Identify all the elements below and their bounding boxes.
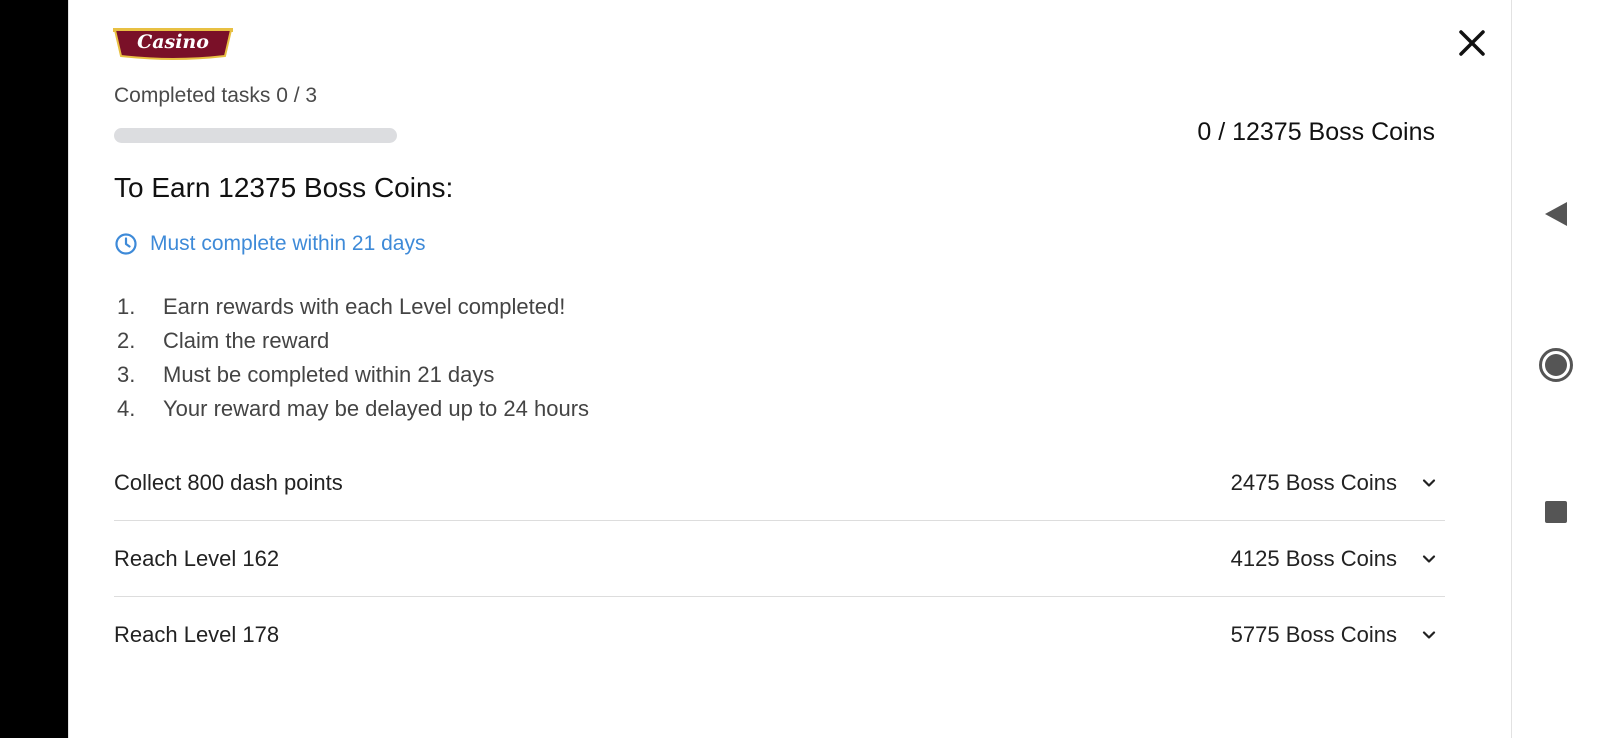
deadline-notice: Must complete within 21 days (114, 232, 425, 256)
earn-heading: To Earn 12375 Boss Coins: (114, 172, 454, 203)
rule-text: Must be completed within 21 days (163, 362, 495, 387)
rule-number: 1. (117, 294, 136, 319)
chevron-down-icon[interactable] (1419, 473, 1439, 493)
task-row-level-162[interactable]: Reach Level 162 4125 Boss Coins (114, 521, 1445, 597)
nav-back-button[interactable] (1512, 200, 1600, 228)
back-triangle-icon (1545, 202, 1567, 226)
task-reward: 2475 Boss Coins (1230, 469, 1397, 495)
task-reward: 5775 Boss Coins (1230, 621, 1397, 647)
rule-number: 4. (117, 396, 136, 421)
task-name: Reach Level 162 (114, 545, 280, 571)
offer-modal: Casino Completed tasks 0 / 3 0 / 12375 B… (68, 0, 1512, 738)
chevron-down-icon[interactable] (1419, 625, 1439, 645)
coins-progress-text: 0 / 12375 Boss Coins (1197, 118, 1435, 146)
home-circle-icon (1539, 348, 1573, 382)
logo-text: Casino (137, 31, 209, 53)
close-icon (1459, 30, 1485, 56)
rule-text: Your reward may be delayed up to 24 hour… (163, 396, 590, 421)
rule-number: 3. (117, 362, 136, 387)
casino-logo: Casino (113, 28, 233, 60)
rule-item: 1. Earn rewards with each Level complete… (117, 290, 589, 324)
task-row-dash-points[interactable]: Collect 800 dash points 2475 Boss Coins (114, 445, 1445, 521)
rule-item: 3. Must be completed within 21 days (117, 358, 589, 392)
rule-text: Claim the reward (163, 328, 330, 353)
chevron-down-icon[interactable] (1419, 549, 1439, 569)
task-row-level-178[interactable]: Reach Level 178 5775 Boss Coins (114, 597, 1445, 672)
rules-list: 1. Earn rewards with each Level complete… (117, 290, 589, 426)
recents-square-icon (1545, 501, 1567, 523)
clock-icon (115, 233, 137, 255)
task-reward: 4125 Boss Coins (1230, 545, 1397, 571)
rule-number: 2. (117, 328, 136, 353)
progress-bar (114, 128, 397, 143)
nav-home-button[interactable] (1512, 347, 1600, 383)
task-name: Collect 800 dash points (114, 469, 343, 495)
left-letterbox (0, 0, 68, 738)
nav-recents-button[interactable] (1512, 500, 1600, 524)
deadline-text: Must complete within 21 days (150, 232, 426, 255)
android-nav-bar (1512, 0, 1600, 738)
rule-text: Earn rewards with each Level completed! (163, 294, 566, 319)
task-name: Reach Level 178 (114, 621, 280, 647)
rule-item: 4. Your reward may be delayed up to 24 h… (117, 392, 589, 426)
rule-item: 2. Claim the reward (117, 324, 589, 358)
close-button[interactable] (1451, 22, 1493, 64)
completed-tasks-label: Completed tasks 0 / 3 (114, 84, 318, 107)
task-list: Collect 800 dash points 2475 Boss Coins … (114, 445, 1445, 672)
